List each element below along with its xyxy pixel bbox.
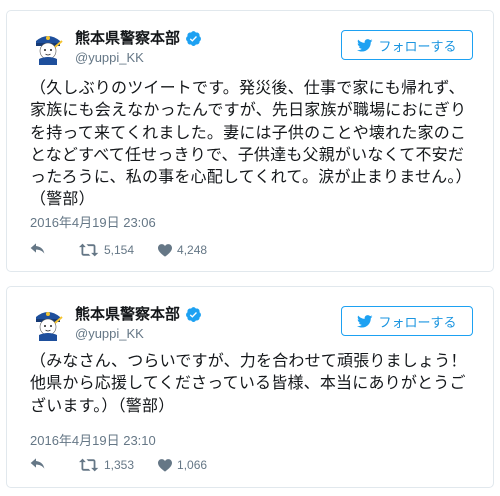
like-count: 1,066 [177, 458, 208, 472]
reply-icon [30, 243, 45, 254]
author-block: 熊本県警察本部 @yuppi_KK [75, 29, 202, 67]
tweet-text: （みなさん、つらいですが、力を合わせて頑張りましょう！他県から応援してくださって… [30, 351, 467, 415]
like-button[interactable]: 4,248 [158, 243, 207, 257]
reply-button[interactable] [30, 458, 51, 472]
handle[interactable]: @yuppi_KK [75, 49, 202, 67]
tweet-card: 熊本県警察本部 @yuppi_KK フォローする （久しぶりのツイートです。発災… [6, 10, 494, 272]
display-name-row[interactable]: 熊本県警察本部 [75, 29, 202, 47]
retweet-button[interactable]: 5,154 [79, 243, 134, 257]
tweet-timestamp[interactable]: 2016年4月19日 23:10 [30, 430, 156, 449]
retweet-button[interactable]: 1,353 [79, 458, 134, 472]
follow-label: フォローする [378, 39, 457, 55]
twitter-bird-icon [357, 314, 374, 328]
display-name[interactable]: 熊本県警察本部 [75, 305, 180, 323]
police-mascot-avatar[interactable] [30, 305, 66, 341]
verified-badge-icon [185, 306, 202, 323]
retweet-icon [79, 243, 99, 257]
tweet-timestamp[interactable]: 2016年4月19日 23:06 [30, 212, 156, 231]
reply-icon [30, 458, 45, 469]
tweet-actions: 5,154 4,248 [30, 243, 231, 257]
police-mascot-avatar[interactable] [30, 29, 66, 65]
tweet-text: （久しぶりのツイートです。発災後、仕事で家にも帰れず、家族にも会えなかったんです… [30, 78, 472, 209]
display-name[interactable]: 熊本県警察本部 [75, 29, 180, 47]
verified-badge-icon [185, 30, 202, 47]
heart-icon [158, 458, 173, 472]
retweet-count: 1,353 [104, 458, 135, 472]
tweet-card: 熊本県警察本部 @yuppi_KK フォローする （みなさん、つらいですが、力を… [6, 286, 494, 488]
follow-button[interactable]: フォローする [341, 306, 473, 336]
retweet-icon [79, 458, 99, 472]
twitter-bird-icon [357, 38, 374, 52]
follow-button[interactable]: フォローする [341, 30, 473, 60]
reply-button[interactable] [30, 243, 51, 257]
like-count: 4,248 [177, 243, 208, 257]
tweet-actions: 1,353 1,066 [30, 458, 231, 472]
author-block: 熊本県警察本部 @yuppi_KK [75, 305, 202, 343]
retweet-count: 5,154 [104, 243, 135, 257]
like-button[interactable]: 1,066 [158, 458, 207, 472]
handle[interactable]: @yuppi_KK [75, 325, 202, 343]
heart-icon [158, 243, 173, 257]
display-name-row[interactable]: 熊本県警察本部 [75, 305, 202, 323]
follow-label: フォローする [378, 315, 457, 331]
